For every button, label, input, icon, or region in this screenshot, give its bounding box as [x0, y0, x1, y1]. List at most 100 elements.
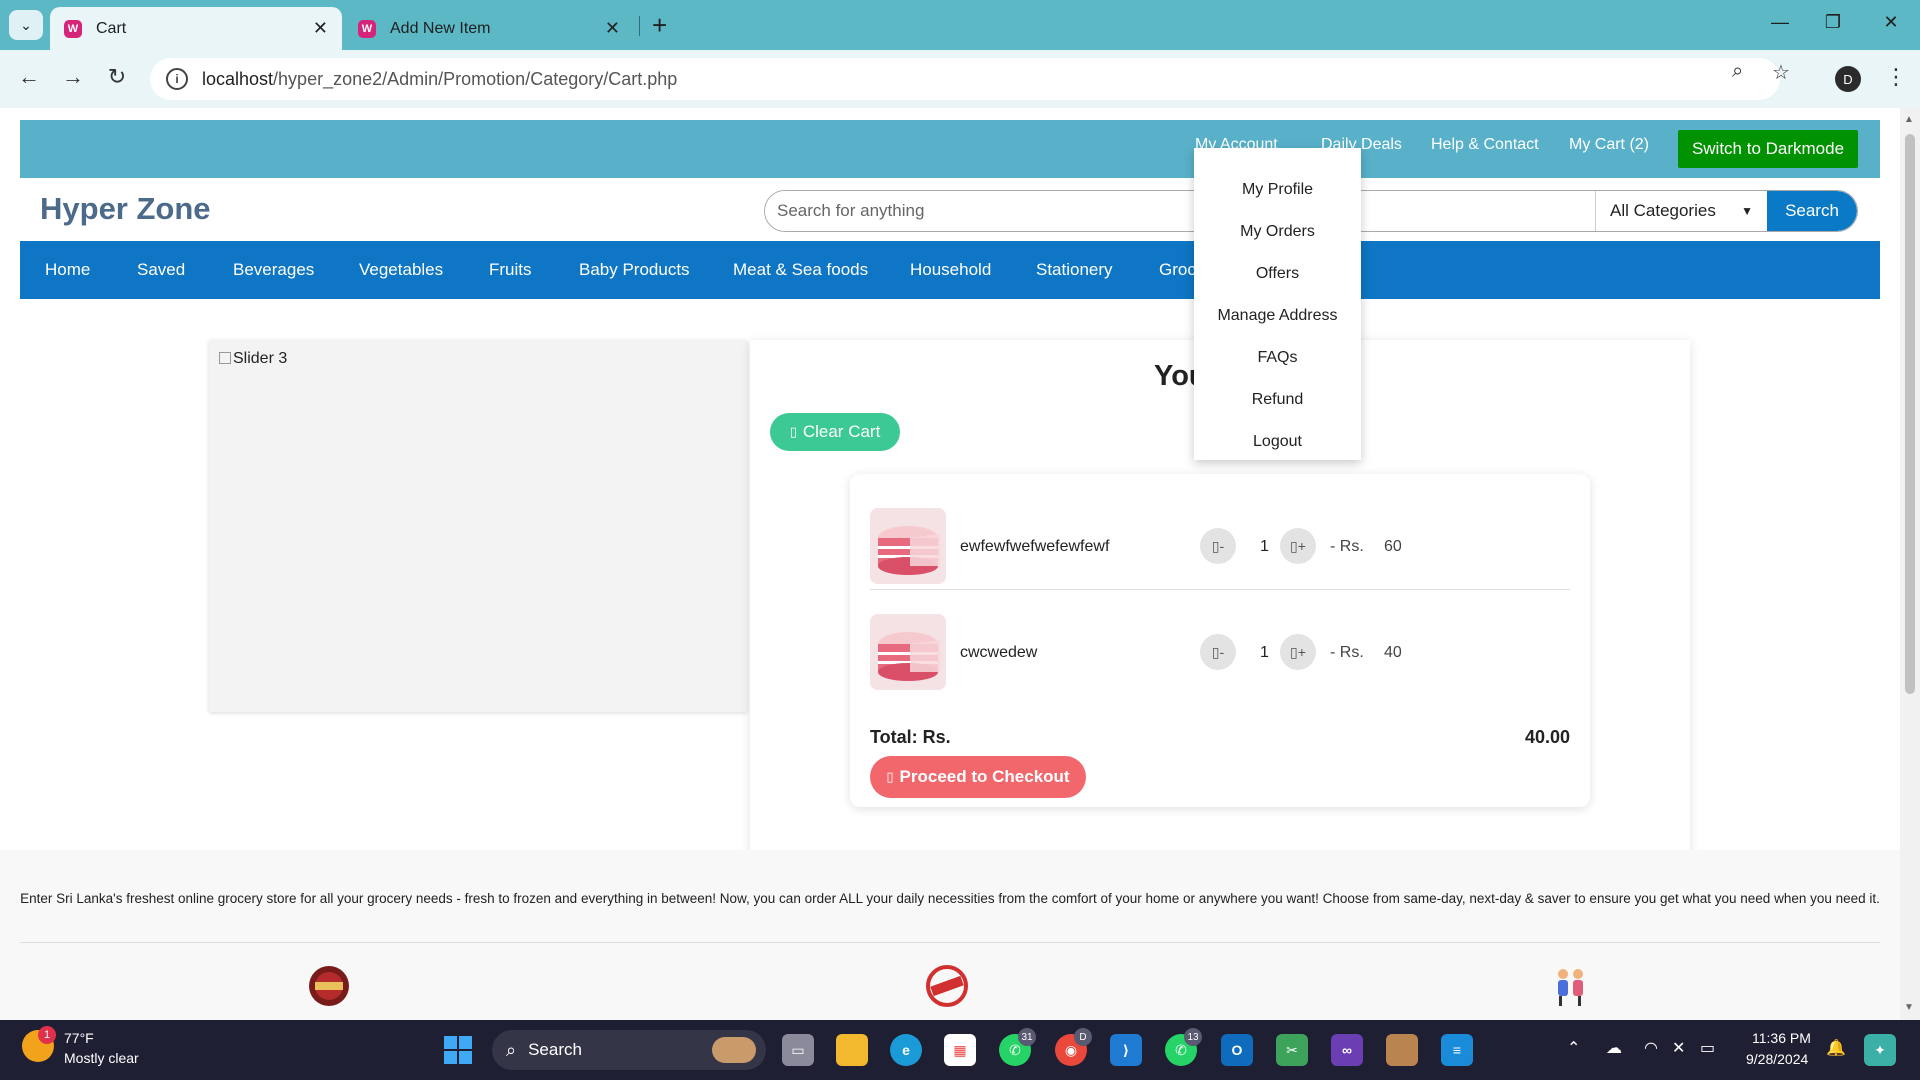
- task-view-icon[interactable]: ▭: [782, 1034, 814, 1066]
- bookmark-star-icon[interactable]: ☆: [1772, 60, 1790, 85]
- chevron-down-icon: ⌄: [20, 16, 32, 33]
- scroll-down-icon[interactable]: ▼: [1904, 1002, 1914, 1013]
- profile-avatar[interactable]: D: [1835, 66, 1861, 92]
- category-select-value: All Categories: [1610, 201, 1716, 220]
- close-tab-icon[interactable]: ✕: [313, 18, 328, 39]
- cart-item-row: ewfewfwefwefewfewf ▯ - 1 ▯ + - Rs. 60: [870, 494, 1570, 590]
- scroll-up-icon[interactable]: ▲: [1904, 114, 1914, 125]
- nav-item-vegetables[interactable]: Vegetables: [359, 260, 443, 280]
- item-price: 60: [1384, 538, 1402, 555]
- checkout-icon: ▯: [886, 769, 894, 784]
- clock-time[interactable]: 11:36 PM: [1752, 1030, 1811, 1046]
- menu-item-offers[interactable]: Offers: [1194, 265, 1361, 283]
- menu-item-my-profile[interactable]: My Profile: [1194, 181, 1361, 199]
- nav-item-stationery[interactable]: Stationery: [1036, 260, 1113, 280]
- minimize-icon[interactable]: —: [1765, 12, 1795, 33]
- more-menu-icon[interactable]: ⋮: [1885, 64, 1907, 90]
- total-value: 40.00: [1524, 727, 1570, 747]
- weather-temperature[interactable]: 77°F: [64, 1030, 94, 1046]
- tab-search-button[interactable]: ⌄: [9, 10, 43, 40]
- footer-divider: [20, 942, 1880, 943]
- back-arrow-icon[interactable]: ←: [14, 64, 44, 90]
- product-name: cwcwedew: [960, 644, 1038, 661]
- nav-item-home[interactable]: Home: [45, 260, 90, 280]
- microsoft-store-icon[interactable]: ▦: [944, 1034, 976, 1066]
- chrome-profile-badge: D: [1074, 1028, 1092, 1046]
- onedrive-cloud-icon[interactable]: ☁: [1606, 1038, 1622, 1058]
- branded-stamp-icon: [926, 965, 968, 1007]
- reload-icon[interactable]: ↻: [102, 64, 132, 90]
- site-info-icon[interactable]: i: [166, 68, 188, 90]
- proceed-to-checkout-button[interactable]: ▯ Proceed to Checkout: [870, 756, 1086, 798]
- top-utility-bar: My Account Daily Deals Help & Contact My…: [20, 120, 1880, 178]
- best-price-badge-icon: [309, 966, 349, 1006]
- show-hidden-icons-chevron-icon[interactable]: ⌃: [1567, 1038, 1580, 1058]
- wifi-icon[interactable]: ◠: [1644, 1038, 1658, 1058]
- weather-description[interactable]: Mostly clear: [64, 1050, 139, 1066]
- menu-item-faqs[interactable]: FAQs: [1194, 349, 1361, 367]
- nav-item-meat-sea-foods[interactable]: Meat & Sea foods: [733, 260, 868, 280]
- item-price: 40: [1384, 644, 1402, 661]
- zoom-icon[interactable]: ⌕: [1732, 60, 1743, 83]
- address-bar[interactable]: i localhost/hyper_zone2/Admin/Promotion/…: [150, 58, 1780, 100]
- help-contact-link[interactable]: Help & Contact: [1431, 136, 1539, 154]
- nav-item-fruits[interactable]: Fruits: [489, 260, 532, 280]
- clock-date[interactable]: 9/28/2024: [1746, 1051, 1808, 1067]
- notification-bell-icon[interactable]: 🔔: [1826, 1038, 1846, 1058]
- decrease-qty-button[interactable]: ▯ -: [1200, 634, 1236, 670]
- product-thumbnail: [870, 614, 946, 690]
- category-select[interactable]: All Categories ▼: [1595, 191, 1767, 231]
- nav-item-saved[interactable]: Saved: [137, 260, 185, 280]
- nav-item-baby-products[interactable]: Baby Products: [579, 260, 690, 280]
- snipping-tool-icon[interactable]: ✂: [1276, 1034, 1308, 1066]
- tab-cart[interactable]: W Cart ✕: [50, 7, 342, 50]
- nav-item-household[interactable]: Household: [910, 260, 991, 280]
- tab-add-new-item[interactable]: W Add New Item ✕: [344, 7, 634, 50]
- browser-tab-bar: ⌄ W Cart ✕ W Add New Item ✕ + — ❐ ✕: [0, 0, 1920, 50]
- battery-icon[interactable]: ▭: [1700, 1038, 1715, 1058]
- menu-item-manage-address[interactable]: Manage Address: [1194, 307, 1361, 325]
- restore-icon[interactable]: ❐: [1818, 12, 1848, 33]
- search-button[interactable]: Search: [1767, 191, 1857, 231]
- tab-title: Cart: [96, 19, 127, 37]
- menu-item-logout[interactable]: Logout: [1194, 433, 1361, 451]
- browser-toolbar: ← → ↻ i localhost/hyper_zone2/Admin/Prom…: [0, 50, 1920, 108]
- copilot-icon[interactable]: ✦: [1864, 1034, 1896, 1066]
- visual-studio-icon[interactable]: ∞: [1331, 1034, 1363, 1066]
- decrease-qty-button[interactable]: ▯ -: [1200, 528, 1236, 564]
- page-scrollbar[interactable]: ▲ ▼: [1900, 108, 1920, 1020]
- close-tab-icon[interactable]: ✕: [605, 18, 620, 39]
- menu-item-my-orders[interactable]: My Orders: [1194, 223, 1361, 241]
- search-input[interactable]: [765, 191, 1595, 231]
- minus-label: -: [1219, 644, 1225, 660]
- close-window-icon[interactable]: ✕: [1876, 12, 1906, 33]
- account-dropdown-menu: My Profile My Orders Offers Manage Addre…: [1194, 148, 1361, 460]
- outlook-icon[interactable]: O: [1221, 1034, 1253, 1066]
- increase-qty-button[interactable]: ▯ +: [1280, 528, 1316, 564]
- my-cart-link[interactable]: My Cart (2): [1569, 136, 1649, 154]
- notepad-icon[interactable]: ≡: [1441, 1034, 1473, 1066]
- new-tab-plus-icon[interactable]: +: [652, 10, 667, 41]
- chevron-down-icon: ▼: [1741, 204, 1753, 218]
- file-explorer-icon[interactable]: [836, 1034, 868, 1066]
- tab-separator: [639, 16, 640, 36]
- edge-browser-icon[interactable]: e: [890, 1034, 922, 1066]
- plus-icon: ▯: [1290, 537, 1298, 554]
- site-logo-text[interactable]: Hyper Zone: [40, 191, 211, 227]
- plus-icon: ▯: [1290, 643, 1298, 660]
- windows-start-icon[interactable]: [444, 1036, 472, 1064]
- forward-arrow-icon[interactable]: →: [58, 64, 88, 90]
- darkmode-toggle-button[interactable]: Switch to Darkmode: [1678, 130, 1858, 168]
- clear-cart-button[interactable]: ▯ Clear Cart: [770, 413, 900, 451]
- menu-item-refund[interactable]: Refund: [1194, 391, 1361, 409]
- nav-item-beverages[interactable]: Beverages: [233, 260, 314, 280]
- site-favicon-icon: W: [64, 19, 82, 38]
- increase-qty-button[interactable]: ▯ +: [1280, 634, 1316, 670]
- vscode-icon[interactable]: ⟩: [1110, 1034, 1142, 1066]
- scroll-thumb[interactable]: [1905, 134, 1915, 694]
- nav-item-grocery[interactable]: Groc: [1159, 260, 1196, 280]
- photo-app-icon[interactable]: [1386, 1034, 1418, 1066]
- volume-muted-icon[interactable]: ✕: [1672, 1038, 1685, 1058]
- taskbar-search[interactable]: ⌕ Search: [492, 1030, 766, 1070]
- cart-items-box: ewfewfwefwefewfewf ▯ - 1 ▯ + - Rs. 60 cw…: [850, 474, 1590, 807]
